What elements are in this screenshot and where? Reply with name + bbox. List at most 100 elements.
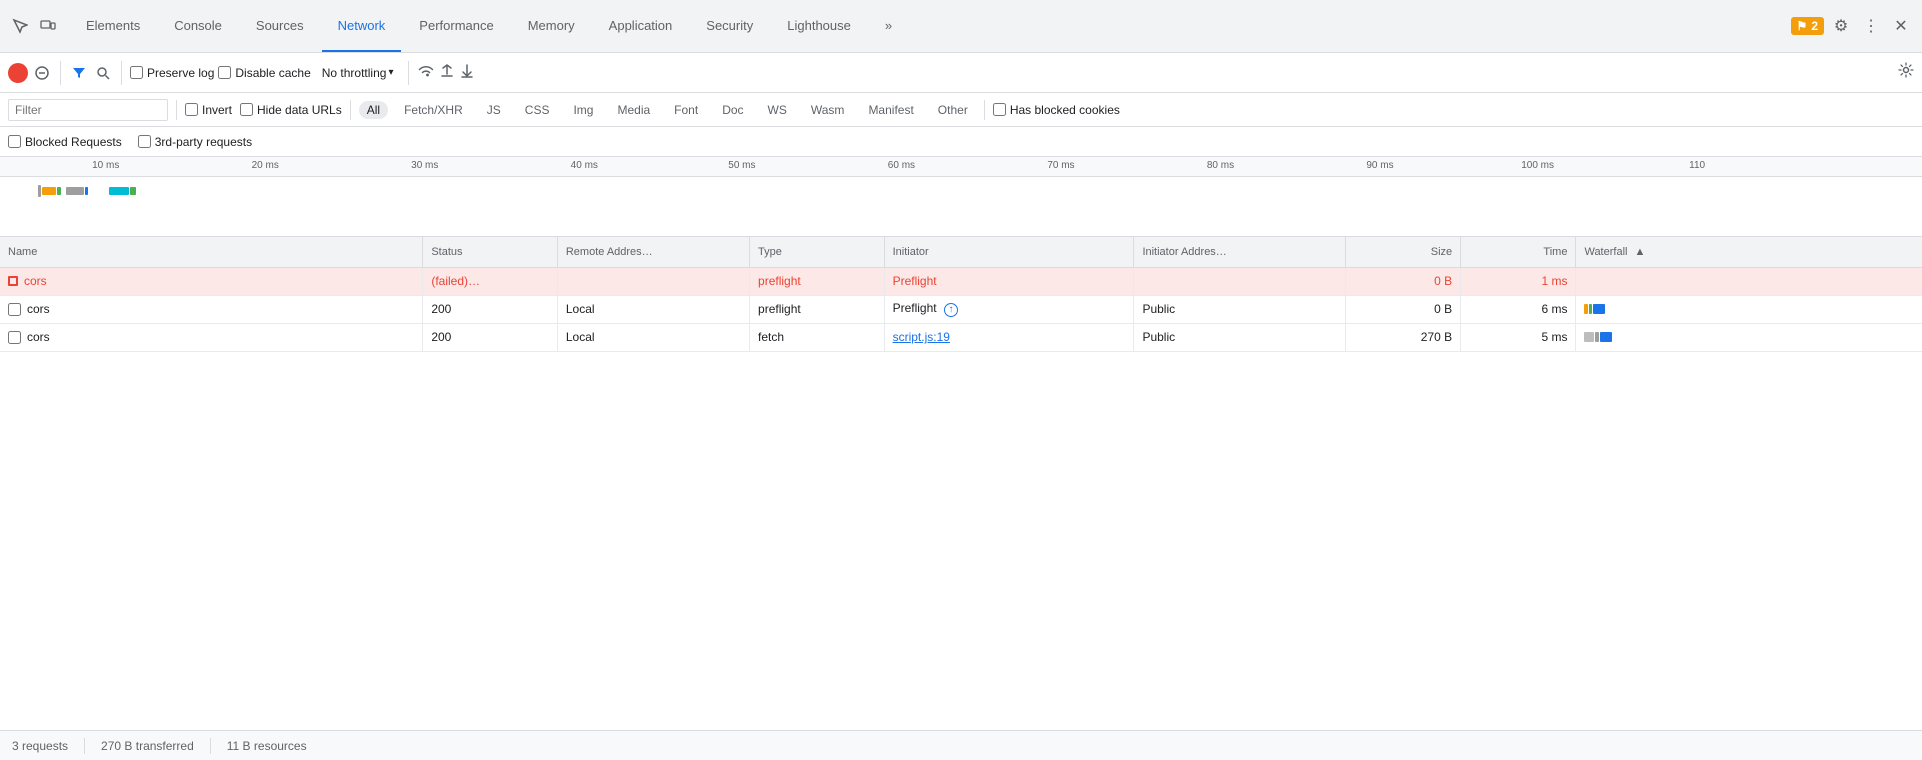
preflight-info-icon[interactable]: ↑ [944,303,958,317]
col-header-remote[interactable]: Remote Addres… [557,237,749,267]
filter-chip-ws[interactable]: WS [760,101,795,119]
filter-chip-font[interactable]: Font [666,101,706,119]
filter-chip-all[interactable]: All [359,101,388,119]
table-row[interactable]: cors 200 Local preflight Preflight ↑ Pub… [0,295,1922,323]
row-error-waterfall [1576,267,1922,295]
stop-recording-button[interactable] [32,63,52,83]
download-icon[interactable] [459,63,475,82]
settings-button[interactable]: ⚙ [1828,13,1854,39]
filter-chip-media[interactable]: Media [609,101,658,119]
ruler-label-30ms: 30 ms [411,160,438,171]
status-bar: 3 requests 270 B transferred 11 B resour… [0,730,1922,760]
tab-sources[interactable]: Sources [240,0,320,52]
row1-checkbox[interactable] [8,303,21,316]
col-header-initiator-addr[interactable]: Initiator Addres… [1134,237,1345,267]
search-button[interactable] [93,63,113,83]
filter-chip-img[interactable]: Img [565,101,601,119]
filter-chip-js[interactable]: JS [479,101,509,119]
col-header-waterfall[interactable]: Waterfall ▲ [1576,237,1922,267]
wifi-icon[interactable] [417,63,435,82]
network-table: Name Status Remote Addres… Type Initiato… [0,237,1922,352]
col-header-time[interactable]: Time [1461,237,1576,267]
device-toolbar-icon[interactable] [36,14,60,38]
row-error-time: 1 ms [1461,267,1576,295]
row-error-name-cell: cors [0,267,423,295]
close-button[interactable]: ✕ [1888,13,1914,39]
tab-network[interactable]: Network [322,0,402,52]
tab-console[interactable]: Console [158,0,238,52]
tab-lighthouse[interactable]: Lighthouse [771,0,867,52]
filter-chip-css[interactable]: CSS [517,101,558,119]
row-error-initiator: Preflight [884,267,1134,295]
ruler-label-70ms: 70 ms [1047,160,1074,171]
row-error-size: 0 B [1345,267,1460,295]
network-settings-icon[interactable] [1898,62,1914,83]
col-header-size[interactable]: Size [1345,237,1460,267]
row2-initiator-addr: Public [1134,323,1345,351]
disable-cache-checkbox[interactable]: Disable cache [218,66,310,80]
ruler-label-60ms: 60 ms [888,160,915,171]
tab-application[interactable]: Application [593,0,689,52]
issues-badge[interactable]: ⚑ 2 [1791,17,1824,35]
table-header-row: Name Status Remote Addres… Type Initiato… [0,237,1922,267]
more-tabs-button[interactable]: » [869,0,908,52]
filter-chip-other[interactable]: Other [930,101,976,119]
tab-elements[interactable]: Elements [70,0,156,52]
inspect-icon[interactable] [8,14,32,38]
invert-checkbox[interactable]: Invert [185,103,232,117]
row-error-remote [557,267,749,295]
timeline-area: 10 ms 20 ms 30 ms 40 ms 50 ms 60 ms 70 m… [0,157,1922,237]
row1-type: preflight [750,295,885,323]
table-row[interactable]: cors 200 Local fetch script.js:19 Public… [0,323,1922,351]
hide-data-urls-checkbox[interactable]: Hide data URLs [240,103,342,117]
extra-filter-bar: Blocked Requests 3rd-party requests [0,127,1922,157]
filter-chip-doc[interactable]: Doc [714,101,751,119]
preserve-log-checkbox[interactable]: Preserve log [130,66,214,80]
col-header-status[interactable]: Status [423,237,558,267]
blocked-requests-checkbox[interactable]: Blocked Requests [8,135,122,149]
devtools-icons [8,14,60,38]
col-header-type[interactable]: Type [750,237,885,267]
ruler-label-10ms: 10 ms [92,160,119,171]
row1-waterfall [1576,295,1922,323]
row1-time: 6 ms [1461,295,1576,323]
table-row[interactable]: cors (failed)… preflight Preflight 0 B 1… [0,267,1922,295]
row2-time: 5 ms [1461,323,1576,351]
row2-status: 200 [423,323,558,351]
row1-name: cors [27,302,50,316]
filter-input[interactable] [8,99,168,121]
ruler-label-100ms: 100 ms [1521,160,1554,171]
upload-icon[interactable] [439,63,455,82]
filter-chip-manifest[interactable]: Manifest [860,101,921,119]
row2-waterfall [1576,323,1922,351]
tab-memory[interactable]: Memory [512,0,591,52]
tab-performance[interactable]: Performance [403,0,509,52]
row2-initiator: script.js:19 [884,323,1134,351]
more-options-button[interactable]: ⋮ [1858,13,1884,39]
third-party-checkbox[interactable]: 3rd-party requests [138,135,252,149]
row2-name: cors [27,330,50,344]
col-header-initiator[interactable]: Initiator [884,237,1134,267]
ruler-label-20ms: 20 ms [252,160,279,171]
tab-security[interactable]: Security [690,0,769,52]
row2-checkbox[interactable] [8,331,21,344]
filter-bar: Invert Hide data URLs All Fetch/XHR JS C… [0,93,1922,127]
ruler-label-80ms: 80 ms [1207,160,1234,171]
ruler-label-40ms: 40 ms [571,160,598,171]
filter-chip-fetch-xhr[interactable]: Fetch/XHR [396,101,471,119]
tab-bar: Elements Console Sources Network Perform… [0,0,1922,53]
timeline-bars [38,185,136,197]
record-button[interactable] [8,63,28,83]
row1-initiator-addr: Public [1134,295,1345,323]
error-checkbox-indicator [8,276,18,286]
tab-bar-right: ⚑ 2 ⚙ ⋮ ✕ [1791,13,1914,39]
row2-initiator-link[interactable]: script.js:19 [893,330,950,344]
col-header-name[interactable]: Name [0,237,423,267]
row-error-type: preflight [750,267,885,295]
status-divider-1 [84,738,85,754]
blocked-cookies-checkbox[interactable]: Has blocked cookies [993,103,1120,117]
status-transferred: 270 B transferred [101,739,194,753]
filter-chip-wasm[interactable]: Wasm [803,101,853,119]
throttle-dropdown[interactable]: No throttling ▾ [315,63,401,83]
filter-toggle-button[interactable] [69,63,89,83]
